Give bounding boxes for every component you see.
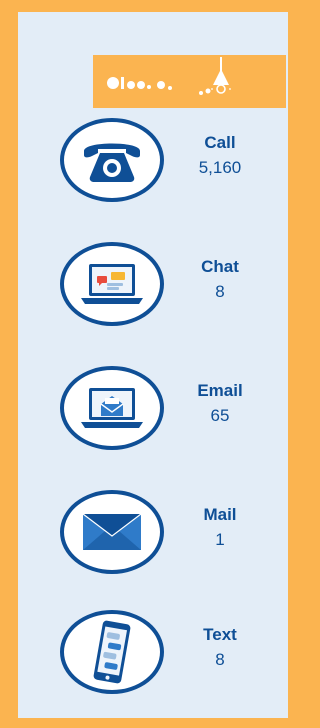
lightbulb-icon: [199, 57, 231, 95]
text-icon-circle: [60, 610, 164, 694]
smartphone-icon: [93, 620, 131, 684]
envelope-icon: [82, 513, 142, 550]
channel-label: Chat: [201, 257, 239, 276]
channel-count: 8: [215, 282, 225, 301]
email-icon-circle: [60, 366, 164, 450]
channel-label: Email: [197, 381, 243, 400]
channel-mail: Mail 1: [60, 490, 275, 582]
chat-icon-circle: [60, 242, 164, 326]
channel-chat: Chat 8: [60, 242, 275, 334]
banner: [93, 55, 286, 108]
channel-count: 1: [215, 530, 225, 549]
call-icon-circle: [60, 118, 164, 202]
telephone-icon: [84, 143, 140, 182]
logo-glyph-icon: [107, 77, 172, 90]
laptop-chat-icon: [81, 264, 143, 304]
channel-count: 65: [210, 406, 230, 425]
channel-label: Text: [203, 625, 237, 644]
channel-count: 5,160: [198, 158, 242, 177]
channel-count: 8: [215, 650, 225, 669]
channel-text: Text 8: [60, 610, 275, 702]
laptop-email-icon: [81, 388, 143, 428]
channel-label: Mail: [203, 505, 237, 524]
channel-email: Email 65: [60, 366, 275, 458]
mail-icon-circle: [60, 490, 164, 574]
channel-call: Call 5,160: [60, 118, 275, 210]
channel-label: Call: [204, 133, 236, 152]
